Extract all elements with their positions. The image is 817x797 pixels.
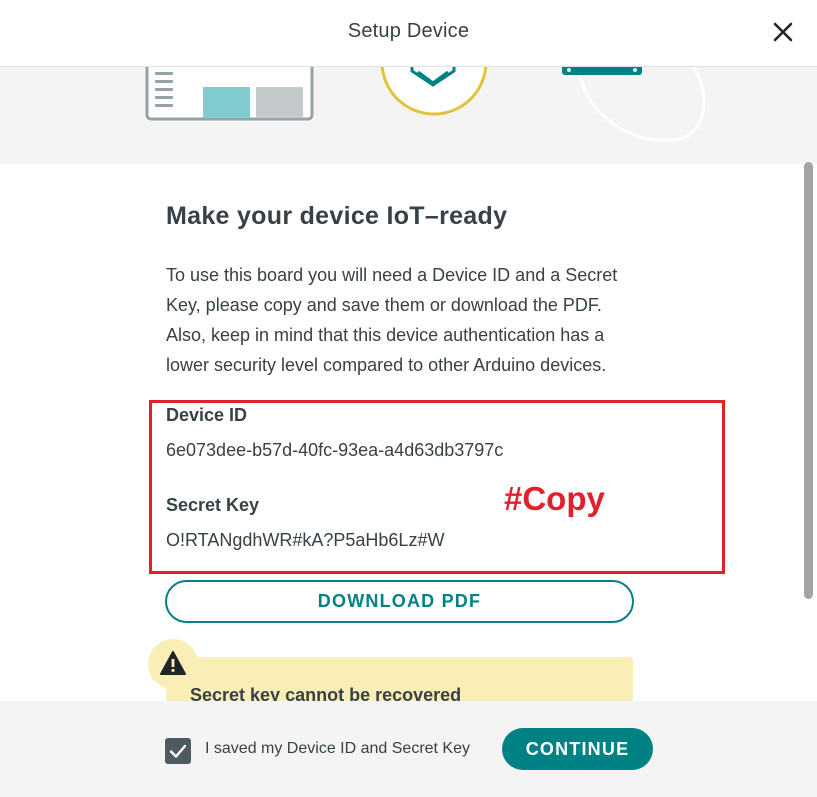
dialog-footer: I saved my Device ID and Secret Key CONT… <box>0 701 817 797</box>
device-illustration <box>562 67 706 142</box>
saved-credentials-checkbox[interactable] <box>165 738 191 764</box>
download-pdf-button[interactable]: DOWNLOAD PDF <box>165 580 634 623</box>
scrollbar[interactable] <box>803 162 813 701</box>
check-icon <box>169 744 187 758</box>
dialog-body: Make your device IoT–ready To use this b… <box>0 67 817 701</box>
description-line: Key, please copy and save them or downlo… <box>166 295 602 315</box>
scrollbar-thumb[interactable] <box>804 162 813 599</box>
close-button[interactable] <box>771 20 795 44</box>
close-icon <box>773 22 793 42</box>
page-title: Make your device IoT–ready <box>166 202 508 230</box>
warning-icon <box>160 651 186 675</box>
checkbox-label[interactable]: I saved my Device ID and Secret Key <box>205 740 470 758</box>
continue-button[interactable]: CONTINUE <box>502 728 653 770</box>
hero-illustration <box>0 67 817 164</box>
board-illustration <box>145 67 314 121</box>
warning-text: Secret key cannot be recovered <box>190 685 462 701</box>
dialog-title: Setup Device <box>347 20 470 42</box>
dialog-header: Setup Device <box>0 0 817 67</box>
credentials-highlight <box>149 400 725 574</box>
description: To use this board you will need a Device… <box>166 260 636 380</box>
description-line: lower security level compared to other A… <box>166 355 607 375</box>
warning-icon-badge <box>148 639 198 689</box>
main-content: Make your device IoT–ready To use this b… <box>166 202 636 375</box>
copy-annotation: #Copy <box>504 480 605 517</box>
setup-device-dialog: Setup Device Make your device IoT–ready … <box>0 0 817 797</box>
shield-illustration <box>380 67 488 116</box>
description-line: To use this board you will need a Device… <box>166 265 618 285</box>
description-line: Also, keep in mind that this device auth… <box>166 325 605 345</box>
